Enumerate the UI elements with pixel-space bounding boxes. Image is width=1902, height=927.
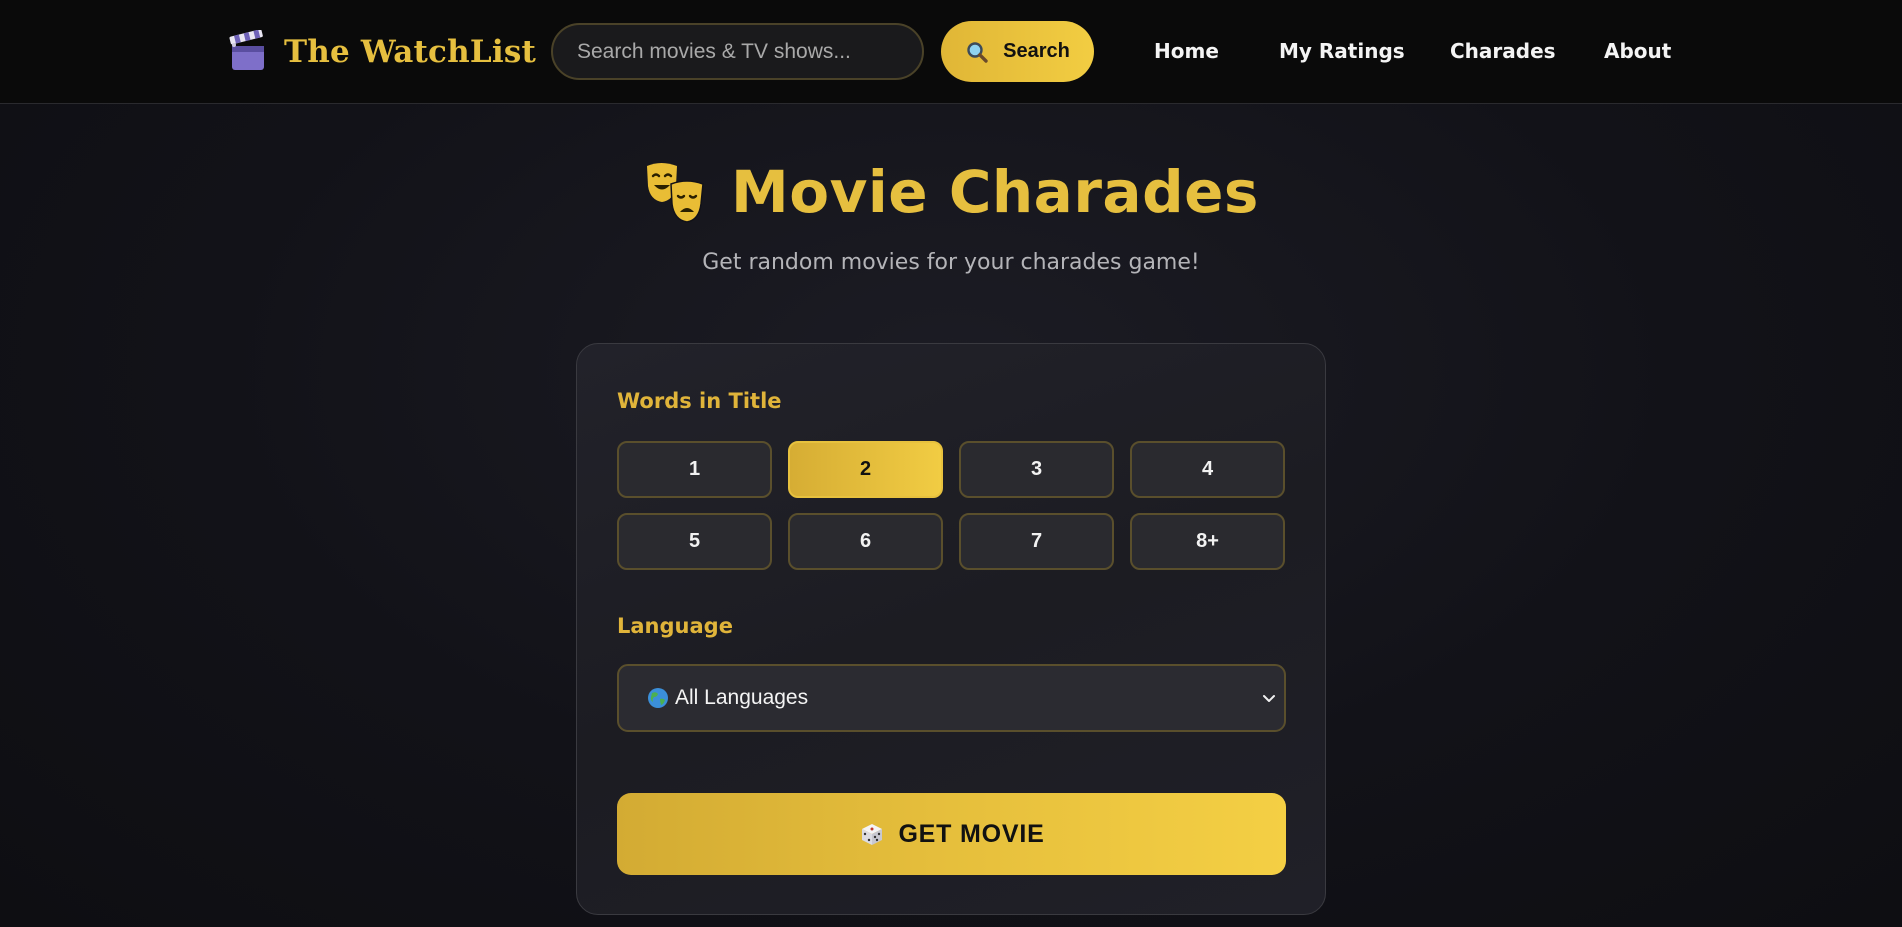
- nav-link-home[interactable]: Home: [1154, 39, 1219, 63]
- word-count-option-6[interactable]: 6: [788, 513, 943, 570]
- nav-link-charades[interactable]: Charades: [1450, 39, 1556, 63]
- language-select[interactable]: All Languages: [617, 664, 1286, 732]
- magnifier-icon: [967, 41, 988, 63]
- language-select-value: All Languages: [675, 686, 809, 709]
- search-button-label: Search: [1003, 40, 1070, 62]
- word-count-option-8-plus[interactable]: 8+: [1130, 513, 1285, 570]
- word-count-option-2[interactable]: 2: [788, 441, 943, 498]
- page-title-text: Movie Charades: [731, 158, 1259, 226]
- clapperboard-icon: [229, 30, 264, 70]
- dice-icon: [862, 824, 883, 845]
- words-in-title-label: Words in Title: [617, 389, 782, 413]
- word-count-option-5[interactable]: 5: [617, 513, 772, 570]
- word-count-option-4[interactable]: 4: [1130, 441, 1285, 498]
- get-movie-button[interactable]: GET MOVIE: [617, 793, 1286, 875]
- word-count-option-3[interactable]: 3: [959, 441, 1114, 498]
- word-count-option-1[interactable]: 1: [617, 441, 772, 498]
- page-title: Movie Charades: [0, 156, 1902, 228]
- globe-icon: [648, 688, 668, 708]
- nav-link-about[interactable]: About: [1604, 39, 1671, 63]
- top-nav-bar: The WatchList Search Home My Ratings Cha…: [0, 0, 1902, 104]
- nav-link-my-ratings[interactable]: My Ratings: [1279, 39, 1405, 63]
- charades-options-card: Words in Title 1 2 3 4 5 6 7 8+ Language…: [576, 343, 1326, 915]
- page-subtitle: Get random movies for your charades game…: [702, 250, 1200, 275]
- theater-masks-icon: [647, 163, 704, 223]
- chevron-down-icon: [1263, 695, 1275, 702]
- search-input[interactable]: [551, 23, 924, 80]
- brand-name: The WatchList: [284, 34, 537, 70]
- brand-logo-link[interactable]: The WatchList: [228, 30, 536, 74]
- word-count-option-7[interactable]: 7: [959, 513, 1114, 570]
- search-button[interactable]: Search: [941, 21, 1094, 82]
- language-label: Language: [617, 614, 733, 638]
- get-movie-button-label: GET MOVIE: [898, 819, 1045, 848]
